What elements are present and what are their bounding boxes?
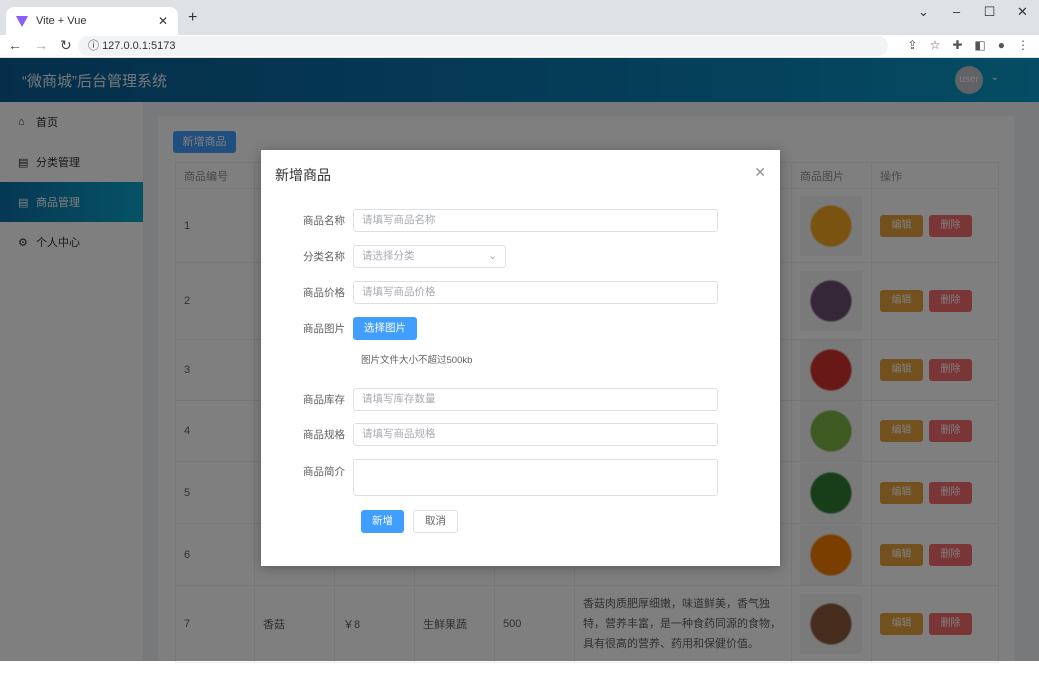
- address-bar-row: ← → ↻ ⓘ 127.0.0.1:5173 ⇪ ☆ ✚ ◧ ● ⋮: [0, 35, 1039, 58]
- star-icon[interactable]: ☆: [930, 38, 941, 52]
- info-icon: ⓘ: [88, 40, 103, 52]
- browser-tab[interactable]: Vite + Vue ✕: [6, 7, 178, 35]
- image-tip: 图片文件大小不超过500kb: [361, 355, 473, 366]
- spec-input[interactable]: 请填写商品规格: [353, 423, 718, 446]
- close-window-icon[interactable]: ✕: [1006, 4, 1039, 20]
- choose-image-button[interactable]: 选择图片: [353, 317, 417, 340]
- submit-button[interactable]: 新增: [361, 510, 404, 533]
- tab-search-icon[interactable]: ⌄: [907, 4, 940, 20]
- product-name-input[interactable]: 请填写商品名称: [353, 209, 718, 232]
- intro-textarea[interactable]: [353, 459, 718, 496]
- sidepanel-icon[interactable]: ◧: [974, 38, 985, 52]
- close-icon[interactable]: ✕: [754, 164, 766, 181]
- url-input[interactable]: ⓘ 127.0.0.1:5173: [78, 36, 888, 56]
- intro-label: 商品简介: [303, 466, 345, 478]
- back-icon[interactable]: ←: [8, 37, 22, 54]
- cancel-button[interactable]: 取消: [413, 510, 458, 533]
- extensions-icon[interactable]: ✚: [952, 38, 962, 52]
- profile-icon[interactable]: ●: [998, 38, 1005, 52]
- vite-logo-icon: [16, 15, 28, 27]
- close-tab-icon[interactable]: ✕: [158, 14, 168, 28]
- category-placeholder: 请选择分类: [362, 250, 415, 262]
- new-tab-icon[interactable]: +: [188, 9, 197, 27]
- browser-tabbar: Vite + Vue ✕ + ⌄ – ☐ ✕: [0, 0, 1039, 35]
- dialog-title: 新增商品: [275, 167, 331, 183]
- image-label: 商品图片: [303, 323, 345, 335]
- name-label: 商品名称: [303, 215, 345, 227]
- forward-icon[interactable]: →: [34, 37, 48, 54]
- minimize-icon[interactable]: –: [940, 4, 973, 20]
- maximize-icon[interactable]: ☐: [973, 4, 1006, 20]
- reload-icon[interactable]: ↻: [60, 37, 72, 54]
- share-icon[interactable]: ⇪: [908, 38, 918, 52]
- spec-label: 商品规格: [303, 429, 345, 441]
- category-label: 分类名称: [303, 251, 345, 263]
- stock-input[interactable]: 请填写库存数量: [353, 388, 718, 411]
- menu-icon[interactable]: ⋮: [1017, 38, 1029, 52]
- tab-title: Vite + Vue: [36, 15, 87, 27]
- add-product-dialog: 新增商品 ✕ 商品名称 请填写商品名称 分类名称 请选择分类 ⌄ 商品价格 请填写商品价…: [261, 150, 780, 566]
- url-text: 127.0.0.1:5173: [102, 40, 176, 52]
- chevron-down-icon: ⌄: [488, 250, 497, 262]
- stock-label: 商品库存: [303, 394, 345, 406]
- price-input[interactable]: 请填写商品价格: [353, 281, 718, 304]
- category-select[interactable]: 请选择分类 ⌄: [353, 245, 506, 268]
- price-label: 商品价格: [303, 287, 345, 299]
